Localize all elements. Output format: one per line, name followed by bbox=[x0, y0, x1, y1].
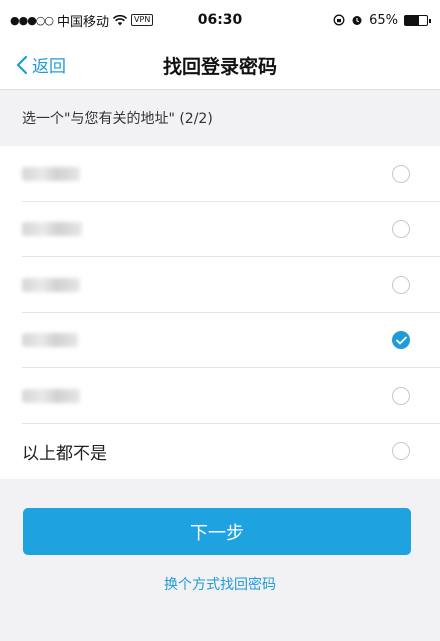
option-label: 以上都不是 bbox=[22, 443, 107, 464]
address-option-4[interactable] bbox=[0, 313, 440, 369]
section-prompt: 选一个"与您有关的地址" (2/2) bbox=[0, 90, 440, 146]
obscured-address-text bbox=[22, 277, 80, 292]
signal-strength-icon: ●●●○○ bbox=[10, 13, 54, 27]
radio-button-checked-icon[interactable] bbox=[392, 331, 410, 350]
radio-button-icon[interactable] bbox=[392, 386, 410, 405]
radio-button-icon[interactable] bbox=[392, 220, 410, 239]
next-step-button[interactable]: 下一步 bbox=[23, 508, 411, 555]
status-bar: ●●●○○ 中国移动 VPN 06:30 65% bbox=[0, 0, 440, 40]
battery-icon bbox=[404, 14, 431, 26]
nav-bar: 返回 找回登录密码 bbox=[0, 40, 440, 90]
address-option-1[interactable] bbox=[0, 146, 440, 202]
alarm-icon bbox=[352, 16, 362, 25]
wifi-icon bbox=[113, 14, 128, 25]
alternative-method-link[interactable]: 换个方式找回密码 bbox=[0, 574, 440, 594]
address-option-3[interactable] bbox=[0, 257, 440, 313]
status-time: 06:30 bbox=[197, 12, 243, 28]
battery-level-fill bbox=[405, 15, 420, 25]
radio-button-icon[interactable] bbox=[392, 164, 410, 183]
obscured-address-text bbox=[22, 333, 78, 348]
page-title: 找回登录密码 bbox=[162, 56, 277, 78]
carrier-name: 中国移动 bbox=[57, 14, 110, 30]
vpn-badge: VPN bbox=[131, 14, 154, 26]
address-option-none[interactable]: 以上都不是 bbox=[0, 424, 440, 480]
obscured-address-text bbox=[22, 222, 82, 237]
address-option-5[interactable] bbox=[0, 368, 440, 424]
battery-percent: 65% bbox=[369, 12, 398, 28]
radio-button-icon[interactable] bbox=[392, 442, 410, 461]
radio-button-icon[interactable] bbox=[392, 275, 410, 294]
address-option-list: 以上都不是 bbox=[0, 146, 440, 479]
status-left: ●●●○○ 中国移动 VPN bbox=[10, 11, 154, 30]
status-right: 65% bbox=[333, 12, 431, 28]
obscured-address-text bbox=[22, 166, 80, 181]
address-option-2[interactable] bbox=[0, 202, 440, 258]
checkmark-icon bbox=[395, 336, 407, 345]
obscured-address-text bbox=[22, 388, 80, 403]
orientation-lock-icon bbox=[333, 14, 345, 26]
